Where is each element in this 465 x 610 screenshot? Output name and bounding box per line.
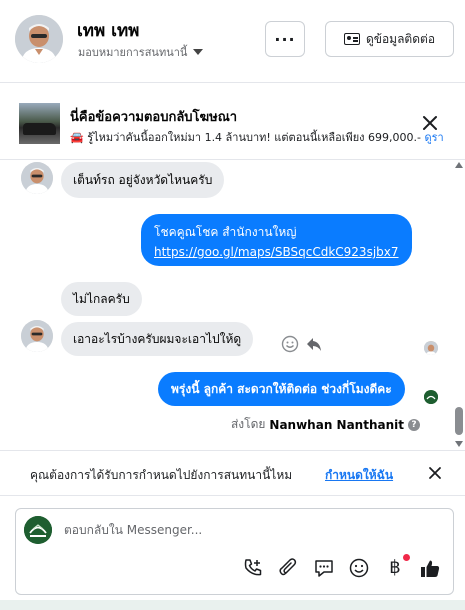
reply-icon[interactable] [305, 335, 323, 353]
close-icon[interactable] [420, 113, 440, 133]
reply-composer: ฿ [15, 508, 454, 595]
ad-reply-title: นี่คือข้อความตอบกลับโฆษณา [70, 110, 238, 125]
close-icon[interactable] [428, 466, 442, 480]
scroll-up-arrow-icon[interactable] [455, 162, 463, 168]
contact-avatar-small [21, 162, 53, 194]
message-text: ไม่ไกลครับ [73, 291, 130, 306]
seen-avatar [424, 341, 438, 355]
assign-question: คุณต้องการได้รับการกำหนดไปยังการสนทนานี้… [30, 468, 293, 482]
emoji-icon[interactable] [348, 557, 370, 579]
message-bubble-incoming[interactable]: เต็นท์รถ อยู่จังหวัดไหนครับ [61, 162, 225, 198]
caret-down-icon [193, 49, 204, 55]
more-options-button[interactable]: ··· [265, 21, 305, 57]
paperclip-icon[interactable] [277, 557, 299, 579]
page-avatar [24, 516, 52, 544]
reply-input[interactable] [64, 520, 434, 540]
ad-reply-banner: นี่คือข้อความตอบกลับโฆษณา 🚘 รู้ไหมว่าคัน… [0, 84, 465, 160]
notification-dot [403, 554, 410, 561]
assign-prompt-bar: คุณต้องการได้รับการกำหนดไปยังการสนทนานี้… [0, 450, 465, 496]
contact-name: เทพ เทพ [77, 21, 140, 41]
message-bubble-incoming[interactable]: ไม่ไกลครับ [61, 282, 142, 316]
bottom-strip [0, 600, 465, 610]
message-text: เอาอะไรบ้างครับผมจะเอาไปให้ดู [73, 331, 242, 346]
ad-reply-subtitle: 🚘 รู้ไหมว่าคันนี้ออกใหม่มา 1.4 ล้านบาท! … [70, 128, 465, 146]
assign-conversation-dropdown[interactable]: มอบหมายการสนทนานี้ [78, 43, 204, 61]
page-avatar-small [424, 390, 438, 404]
contact-avatar[interactable] [15, 15, 63, 63]
message-bubble-outgoing[interactable]: พรุ่งนี้ ลูกค้า สะดวกให้ติดต่อ ช่วงกี่โม… [158, 372, 405, 406]
more-label: ··· [274, 29, 296, 49]
ad-reply-text: รู้ไหมว่าคันนี้ออกใหม่มา 1.4 ล้านบาท! แต… [87, 131, 421, 144]
thread-scrollbar[interactable] [454, 160, 464, 450]
sender-name: Nanwhan Nanthanit [269, 417, 404, 432]
map-link[interactable]: https://goo.gl/maps/SBSqcCdkC923sjbx7 [154, 245, 399, 259]
view-contact-button[interactable]: ดูข้อมูลติดต่อ [325, 21, 454, 57]
id-card-icon [343, 33, 360, 45]
conversation-header: เทพ เทพ มอบหมายการสนทนานี้ ··· ดูข้อมูลต… [0, 0, 465, 83]
sent-by-prefix: ส่งโดย [230, 417, 266, 431]
contact-avatar-small [21, 320, 53, 352]
message-text: พรุ่งนี้ ลูกค้า สะดวกให้ติดต่อ ช่วงกี่โม… [171, 381, 392, 396]
assign-to-me-link[interactable]: กำหนดให้ฉัน [325, 466, 393, 485]
scroll-down-arrow-icon[interactable] [455, 441, 463, 447]
view-contact-label: ดูข้อมูลติดต่อ [365, 31, 436, 46]
message-thread: เต็นท์รถ อยู่จังหวัดไหนครับ โชคคูณโชค สำ… [0, 160, 465, 450]
smiley-icon[interactable] [281, 335, 299, 353]
ad-thumbnail [19, 103, 60, 144]
baht-icon[interactable]: ฿ [384, 557, 406, 579]
help-icon[interactable]: ? [408, 418, 420, 431]
message-bubble-incoming[interactable]: เอาอะไรบ้างครับผมจะเอาไปให้ดู [61, 322, 254, 356]
thumbs-up-icon[interactable] [419, 557, 441, 579]
phone-plus-icon[interactable] [242, 557, 264, 579]
message-bubble-outgoing[interactable]: โชคคูณโชค สำนักงานใหญ่ https://goo.gl/ma… [141, 214, 412, 266]
car-emoji: 🚘 [70, 131, 84, 144]
sent-by-label: ส่งโดย Nanwhan Nanthanit ? [231, 415, 420, 434]
message-text: โชคคูณโชค สำนักงานใหญ่ [154, 225, 297, 239]
message-text: เต็นท์รถ อยู่จังหวัดไหนครับ [73, 172, 213, 187]
scroll-thumb[interactable] [455, 407, 463, 435]
quick-reply-icon[interactable] [313, 557, 335, 579]
assign-label: มอบหมายการสนทนานี้ [78, 46, 188, 59]
